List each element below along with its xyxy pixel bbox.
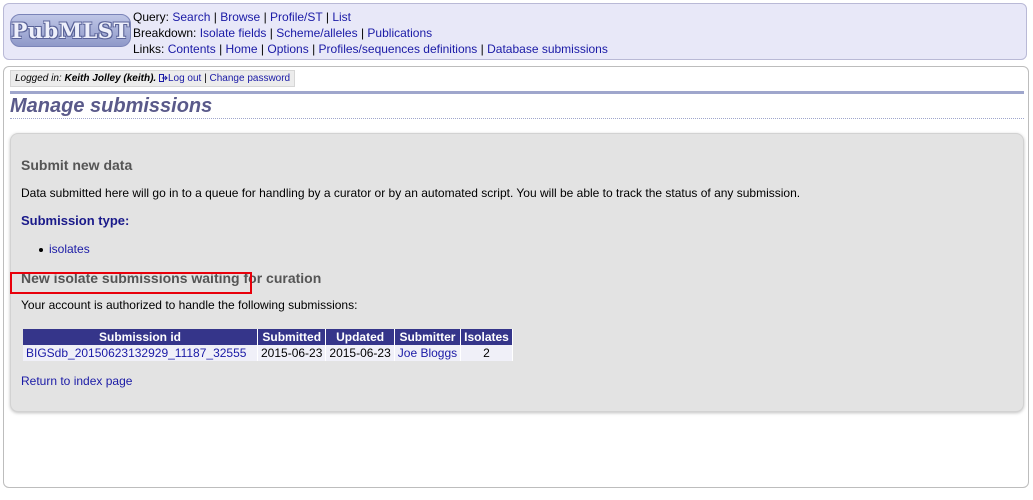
nav-breakdown-label: Breakdown: [133,26,197,40]
logout-icon[interactable] [158,74,168,82]
nav-isolate-fields-link[interactable]: Isolate fields [200,26,267,40]
return-to-index-link[interactable]: Return to index page [21,374,132,388]
submission-id-cell: BIGSdb_20150623132929_11187_32555 [23,345,258,361]
nav-profiles-definitions-link[interactable]: Profiles/sequences definitions [319,42,478,56]
site-header: PubMLST Query: Search | Browse | Profile… [3,3,1027,60]
nav-links-row: Links: Contents | Home | Options | Profi… [133,42,608,56]
main-content: Logged in: Keith Jolley (keith). Log out… [3,66,1029,488]
isolates-link[interactable]: isolates [49,242,90,256]
submissions-table: Submission id Submitted Updated Submitte… [23,329,513,361]
column-updated[interactable]: Updated [325,329,395,345]
table-header-row: Submission id Submitted Updated Submitte… [23,329,513,345]
column-submitted[interactable]: Submitted [257,329,327,345]
bullet-icon [39,247,43,252]
return-link-wrapper: Return to index page [21,374,132,388]
page-title: Manage submissions [10,94,1024,119]
submission-type-item: isolates [39,242,90,256]
submit-new-data-heading: Submit new data [21,157,133,173]
login-bar: Logged in: Keith Jolley (keith). Log out… [10,70,296,87]
nav-home-link[interactable]: Home [226,42,258,56]
nav-database-submissions-link[interactable]: Database submissions [487,42,608,56]
column-isolates[interactable]: Isolates [460,329,513,345]
nav-search-link[interactable]: Search [172,10,210,24]
nav-publications-link[interactable]: Publications [367,26,432,40]
nav-options-link[interactable]: Options [267,42,308,56]
nav-list-link[interactable]: List [332,10,351,24]
pubmlst-logo[interactable]: PubMLST [10,14,131,47]
updated-date-cell: 2015-06-23 [325,345,395,361]
nav-query-row: Query: Search | Browse | Profile/ST | Li… [133,10,351,24]
submissions-panel: Submit new data Data submitted here will… [10,133,1024,412]
nav-contents-link[interactable]: Contents [168,42,216,56]
nav-profile-st-link[interactable]: Profile/ST [270,10,322,24]
submitter-link[interactable]: Joe Bloggs [398,346,457,360]
nav-browse-link[interactable]: Browse [220,10,260,24]
login-user: Keith Jolley (keith). [64,73,157,84]
table-row: BIGSdb_20150623132929_11187_32555 2015-0… [23,345,513,361]
navigation: Query: Search | Browse | Profile/ST | Li… [133,9,608,57]
nav-links-label: Links: [133,42,165,56]
change-password-link[interactable]: Change password [210,73,291,84]
logout-link[interactable]: Log out [168,73,201,84]
login-prefix: Logged in: [15,73,62,84]
waiting-heading: New isolate submissions waiting for cura… [21,270,322,286]
submitted-date-cell: 2015-06-23 [257,345,327,361]
nav-scheme-alleles-link[interactable]: Scheme/alleles [276,26,357,40]
column-submitter[interactable]: Submitter [394,329,462,345]
nav-query-label: Query: [133,10,170,24]
isolates-count-cell: 2 [460,345,513,361]
submitter-cell: Joe Bloggs [394,345,462,361]
column-submission-id[interactable]: Submission id [23,329,258,345]
nav-breakdown-row: Breakdown: Isolate fields | Scheme/allel… [133,26,433,40]
submit-description: Data submitted here will go in to a queu… [21,186,801,200]
submission-type-heading: Submission type: [21,213,130,228]
submission-id-link[interactable]: BIGSdb_20150623132929_11187_32555 [26,346,246,360]
logo-text: PubMLST [11,18,130,43]
waiting-description: Your account is authorized to handle the… [21,298,358,312]
